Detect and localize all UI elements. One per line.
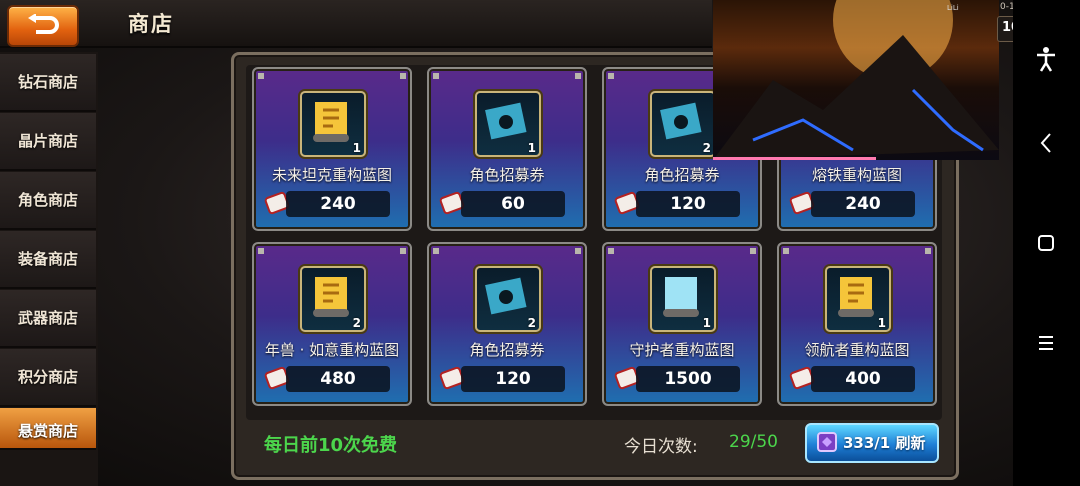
price-bar: 400 [811, 366, 915, 392]
daily-count-value: 29/50 [729, 432, 778, 452]
video-watermark: LiLi [947, 4, 959, 12]
daily-count-label: 今日次数: [624, 437, 698, 457]
shop-sidebar: 钻石商店 晶片商店 角色商店 装备商店 武器商店 积分商店 悬赏商店 [0, 52, 98, 486]
blueprint-scroll-icon: 1 [300, 91, 366, 157]
sidebar-item-character-shop[interactable]: 角色商店 [0, 172, 96, 230]
item-price: 480 [320, 369, 356, 389]
item-name: 角色招募券 [644, 166, 720, 184]
nav-back-icon[interactable] [1031, 128, 1061, 158]
recruit-ticket-icon: 1 [475, 91, 541, 157]
price-bar: 120 [461, 366, 565, 392]
back-arrow-icon [28, 14, 59, 34]
item-name: 熔铁重构蓝图 [811, 166, 902, 184]
price-bar: 1500 [636, 366, 740, 392]
price-bar: 480 [286, 366, 390, 392]
top-bar: 商店 [0, 0, 712, 48]
item-name: 年兽 · 如意重构蓝图 [264, 341, 400, 359]
item-quantity: 2 [702, 141, 711, 155]
sidebar-item-diamond-shop[interactable]: 钻石商店 [0, 54, 96, 112]
shop-item-card[interactable]: 2 角色招募券 120 [427, 242, 587, 406]
sidebar-item-weapon-shop[interactable]: 武器商店 [0, 290, 96, 348]
nav-home-icon[interactable] [1031, 228, 1061, 258]
blueprint-scroll-icon: 2 [300, 266, 366, 332]
item-name: 角色招募券 [469, 166, 545, 184]
nav-menu-icon[interactable] [1031, 328, 1061, 358]
volcano-scene-icon [713, 0, 999, 160]
video-progress-bar [713, 157, 876, 160]
sidebar-item-points-shop[interactable]: 积分商店 [0, 349, 96, 407]
android-nav-bar [1013, 0, 1080, 486]
shop-item-card[interactable]: 1 守护者重构蓝图 1500 [602, 242, 762, 406]
item-quantity: 2 [352, 316, 361, 330]
price-bar: 120 [636, 191, 740, 217]
recruit-ticket-icon: 2 [475, 266, 541, 332]
shop-item-card[interactable]: 1 未来坦克重构蓝图 240 [252, 67, 412, 231]
shop-item-card[interactable]: 1 角色招募券 60 [427, 67, 587, 231]
video-overlay[interactable]: LiLi [713, 0, 999, 160]
sidebar-item-chip-shop[interactable]: 晶片商店 [0, 113, 96, 171]
item-price: 400 [845, 369, 881, 389]
blueprint-scroll-icon: 1 [650, 266, 716, 332]
refresh-button[interactable]: 333/1 刷新 [805, 423, 939, 463]
crystal-icon [817, 432, 837, 452]
accessibility-icon[interactable] [1031, 44, 1061, 74]
price-bar: 60 [461, 191, 565, 217]
item-name: 领航者重构蓝图 [804, 341, 910, 359]
sidebar-item-equipment-shop[interactable]: 装备商店 [0, 231, 96, 289]
item-name: 未来坦克重构蓝图 [271, 166, 392, 184]
page-title: 商店 [128, 12, 174, 36]
item-quantity: 1 [702, 316, 711, 330]
back-button[interactable] [7, 5, 79, 47]
recruit-ticket-icon: 2 [650, 91, 716, 157]
item-name: 角色招募券 [469, 341, 545, 359]
item-quantity: 2 [527, 316, 536, 330]
item-quantity: 1 [527, 141, 536, 155]
price-bar: 240 [286, 191, 390, 217]
shop-item-card[interactable]: 2 年兽 · 如意重构蓝图 480 [252, 242, 412, 406]
free-refresh-text: 每日前10次免费 [264, 435, 398, 456]
item-price: 60 [501, 194, 525, 214]
item-price: 1500 [664, 369, 712, 389]
item-quantity: 1 [877, 316, 886, 330]
item-price: 240 [320, 194, 356, 214]
sidebar-item-bounty-shop[interactable]: 悬赏商店 [0, 408, 96, 450]
price-bar: 240 [811, 191, 915, 217]
item-price: 120 [495, 369, 531, 389]
item-price: 120 [670, 194, 706, 214]
item-name: 守护者重构蓝图 [629, 341, 735, 359]
shop-item-card[interactable]: 1 领航者重构蓝图 400 [777, 242, 937, 406]
blueprint-scroll-icon: 1 [825, 266, 891, 332]
refresh-label: 333/1 刷新 [843, 434, 926, 452]
item-price: 240 [845, 194, 881, 214]
item-quantity: 1 [352, 141, 361, 155]
